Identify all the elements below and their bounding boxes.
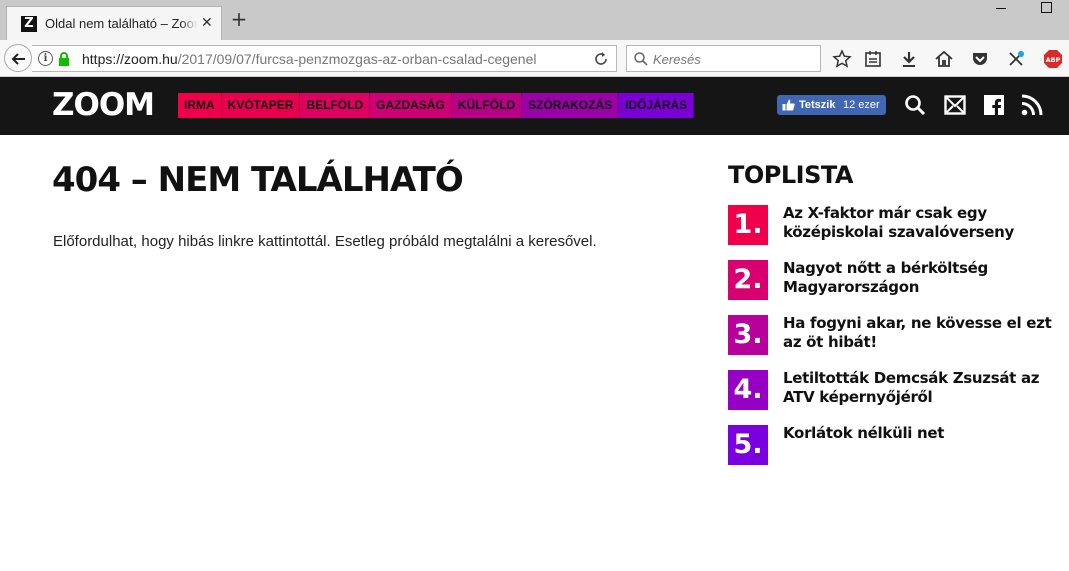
menu-item-kvotaper[interactable]: KVÓTAPER [221,93,301,118]
toplist-link[interactable]: Ha fogyni akar, ne kövesse el ezt az öt … [783,314,1058,352]
browser-toolbar: i https://zoom.hu/2017/09/07/furcsa-penz… [0,40,1069,77]
site-header: ZOOM IRMA KVÓTAPER BELFÖLD GAZDASÁG KÜLF… [0,77,1069,135]
toplist-item[interactable]: 2. Nagyot nőtt a bérköltség Magyarország… [728,259,1058,302]
new-tab-button[interactable]: + [230,9,248,29]
mail-icon[interactable] [944,94,966,116]
url-host: https://zoom.hu [82,51,178,67]
address-bar[interactable]: i https://zoom.hu/2017/09/07/furcsa-penz… [32,45,617,72]
pocket-icon[interactable] [970,49,990,69]
toplist-item[interactable]: 3. Ha fogyni akar, ne kövesse el ezt az … [728,314,1058,357]
lock-icon [59,52,69,66]
svg-text:ABP: ABP [1046,56,1061,64]
tab-title: Oldal nem található – Zoom [45,16,197,32]
facebook-like-button[interactable]: Tetszik 12 ezer [777,95,886,115]
rss-icon[interactable] [1021,94,1043,116]
toplist-item[interactable]: 5. Korlátok nélküli net [728,424,1058,467]
thumbs-up-icon [782,99,795,111]
site-logo[interactable]: ZOOM [52,89,155,121]
search-icon[interactable] [904,94,926,116]
reload-icon[interactable] [592,50,610,68]
extension-icon[interactable] [1006,49,1026,69]
toplist-link[interactable]: Nagyot nőtt a bérköltség Magyarországon [783,259,1058,297]
menu-item-gazdasag[interactable]: GAZDASÁG [370,93,452,118]
toplist-link[interactable]: Letiltották Demcsák Zsuzsát az ATV képer… [783,369,1058,407]
maximize-window-button[interactable] [1041,2,1052,13]
like-count: 12 ezer [843,99,880,111]
toplist-title: TOPLISTA [728,161,853,189]
rank-badge: 2. [728,260,768,300]
error-message: Előfordulhat, hogy hibás linkre kattinto… [53,233,597,250]
search-box[interactable]: Keresés [626,45,821,72]
url-path: /2017/09/07/furcsa-penzmozgas-az-orban-c… [177,51,537,67]
home-icon[interactable] [934,49,954,69]
menu-item-szorakozas[interactable]: SZÓRAKOZÁS [522,93,620,118]
adblock-icon[interactable]: ABP [1043,49,1063,69]
page-title: 404 – NEM TALÁLHATÓ [52,160,464,200]
info-icon[interactable]: i [38,51,53,66]
browser-tab[interactable]: Z Oldal nem található – Zoom ✕ [6,6,222,40]
rank-badge: 3. [728,315,768,355]
menu-item-kulfold[interactable]: KÜLFÖLD [451,93,523,118]
rank-badge: 5. [728,425,768,465]
search-placeholder: Keresés [653,52,701,67]
back-icon [11,53,25,65]
like-label: Tetszik [799,99,836,111]
rank-badge: 4. [728,370,768,410]
menu-item-belfold[interactable]: BELFÖLD [300,93,371,118]
url-text[interactable]: https://zoom.hu/2017/09/07/furcsa-penzmo… [82,51,542,68]
browser-tab-bar: Z Oldal nem található – Zoom ✕ + [0,0,1069,40]
facebook-icon[interactable] [983,94,1005,116]
search-icon [634,52,648,66]
toplist-item[interactable]: 4. Letiltották Demcsák Zsuzsát az ATV ké… [728,369,1058,412]
download-icon[interactable] [899,49,919,69]
menu-item-irma[interactable]: IRMA [178,93,222,118]
toplist-item[interactable]: 1. Az X-faktor már csak egy középiskolai… [728,204,1058,247]
menu-item-idojaras[interactable]: IDŐJÁRÁS [619,93,695,118]
toplist-link[interactable]: Az X-faktor már csak egy középiskolai sz… [783,204,1058,242]
back-button[interactable] [4,44,32,72]
main-menu: IRMA KVÓTAPER BELFÖLD GAZDASÁG KÜLFÖLD S… [178,93,695,118]
zoom-favicon-icon: Z [21,16,37,32]
reading-list-icon[interactable] [863,49,883,69]
rank-badge: 1. [728,205,768,245]
toplist-link[interactable]: Korlátok nélküli net [783,424,1058,443]
close-tab-icon[interactable]: ✕ [201,15,215,31]
star-icon[interactable] [832,49,852,69]
minimize-window-button[interactable] [994,2,1008,14]
